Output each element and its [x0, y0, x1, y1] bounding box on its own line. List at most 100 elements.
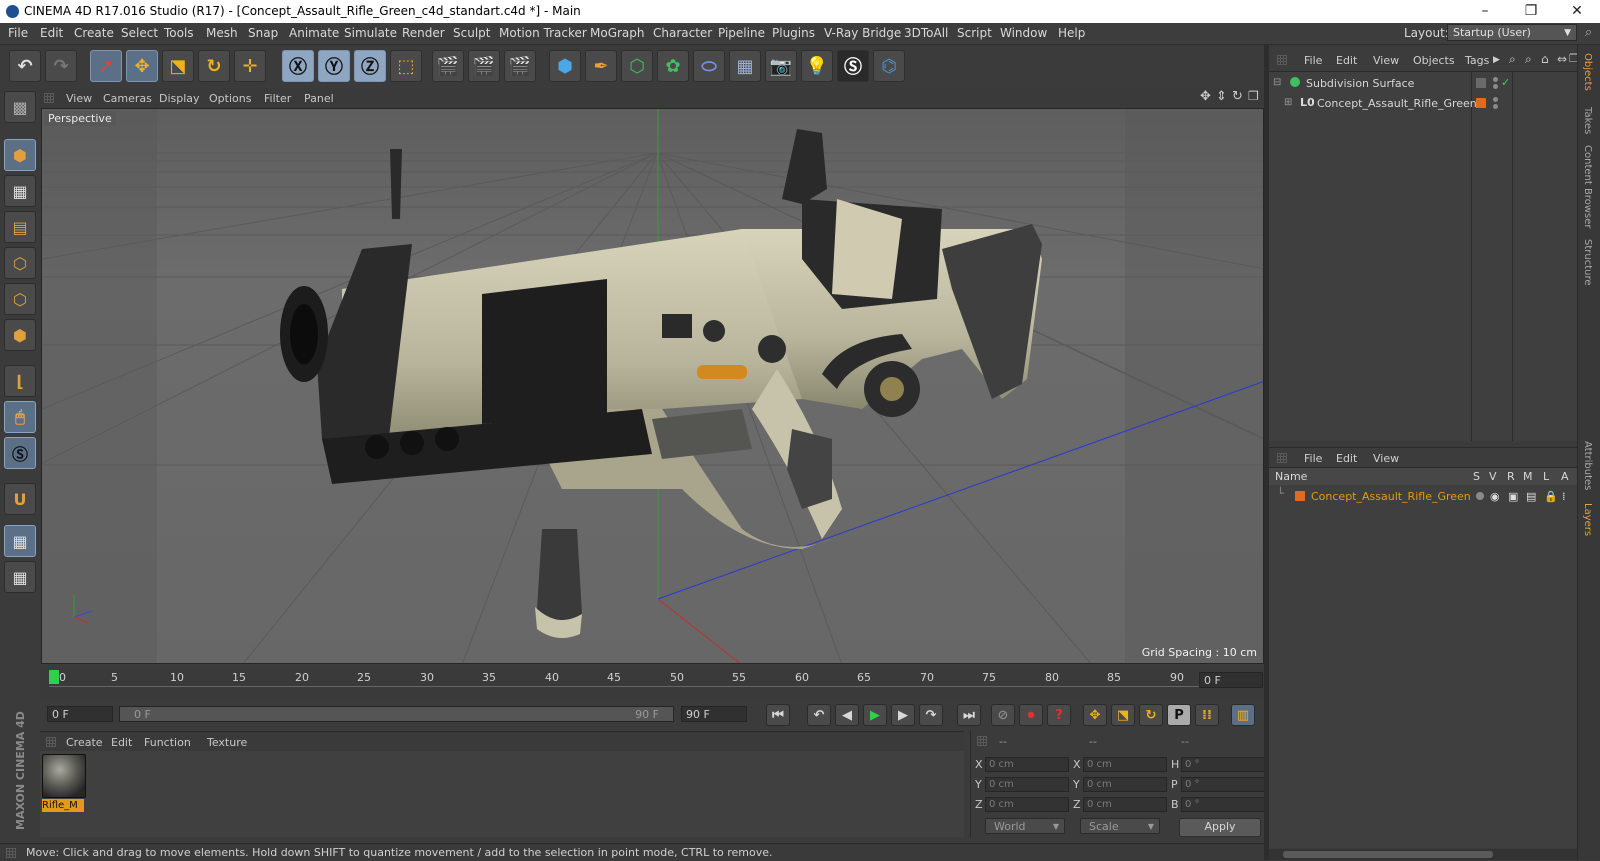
- position-y-field[interactable]: 0 cm: [985, 777, 1069, 792]
- go-to-end-icon[interactable]: ⏭: [957, 704, 981, 726]
- current-frame-field[interactable]: 0 F: [1199, 672, 1263, 688]
- make-editable-icon[interactable]: ▩: [4, 91, 36, 123]
- render-settings-icon[interactable]: 🎬: [504, 50, 536, 82]
- position-x-field[interactable]: 0 cm: [985, 757, 1069, 772]
- pen-spline-icon[interactable]: ✒: [585, 50, 617, 82]
- previous-frame-icon[interactable]: ◀: [835, 704, 859, 726]
- menu-3dtoall[interactable]: 3DToAll: [904, 26, 948, 40]
- scale-tool-icon[interactable]: ⬔: [162, 50, 194, 82]
- size-y-field[interactable]: 0 cm: [1083, 777, 1167, 792]
- column-render[interactable]: R: [1507, 470, 1515, 483]
- object-menu-objects[interactable]: Objects: [1413, 54, 1455, 67]
- previous-key-icon[interactable]: ↶: [807, 704, 831, 726]
- viewport-menu-display[interactable]: Display: [159, 92, 200, 105]
- panel-handle-icon[interactable]: [46, 737, 56, 747]
- position-z-field[interactable]: 0 cm: [985, 797, 1069, 812]
- render-to-picture-viewer-icon[interactable]: 🎬: [468, 50, 500, 82]
- key-position-icon[interactable]: ✥: [1083, 704, 1107, 726]
- menu-motion-tracker[interactable]: Motion Tracker: [499, 26, 587, 40]
- key-point-level-icon[interactable]: ⁞⁞: [1195, 704, 1219, 726]
- axis-mode-icon[interactable]: ⌊: [4, 365, 36, 397]
- size-x-field[interactable]: 0 cm: [1083, 757, 1167, 772]
- manager-visibility-icon[interactable]: ▤: [1526, 490, 1536, 503]
- panel-handle-icon[interactable]: [1277, 55, 1287, 65]
- viewport-rotate-icon[interactable]: ↻: [1232, 89, 1243, 104]
- select-arrow-icon[interactable]: ➚: [90, 50, 122, 82]
- object-menu-view[interactable]: View: [1373, 54, 1399, 67]
- magnet-icon[interactable]: U: [4, 483, 36, 515]
- key-parameter-icon[interactable]: P: [1167, 704, 1191, 726]
- panel-handle-icon[interactable]: [6, 848, 16, 858]
- locked-workplane-icon[interactable]: ▦: [4, 525, 36, 557]
- lock-icon[interactable]: 🔒: [1544, 490, 1558, 503]
- scrollbar-thumb[interactable]: [1283, 851, 1493, 858]
- rotation-p-field[interactable]: 0 °: [1181, 777, 1265, 792]
- playhead-marker[interactable]: [49, 670, 59, 684]
- tweak-mode-icon[interactable]: 🖱: [4, 401, 36, 433]
- polygons-mode-icon[interactable]: ⬢: [4, 319, 36, 351]
- menu-tools[interactable]: Tools: [164, 26, 194, 40]
- layer-menu-edit[interactable]: Edit: [1336, 452, 1357, 465]
- python-icon[interactable]: ⌬: [873, 50, 905, 82]
- menu-select[interactable]: Select: [121, 26, 158, 40]
- viewport-menu-cameras[interactable]: Cameras: [103, 92, 152, 105]
- record-keys-icon[interactable]: ⊘: [991, 704, 1015, 726]
- object-row[interactable]: ⊞ L0 Concept_Assault_Rifle_Green: [1269, 94, 1577, 114]
- column-animation[interactable]: A: [1561, 470, 1569, 483]
- visibility-eye-icon[interactable]: ◉: [1490, 490, 1500, 503]
- undo-icon[interactable]: ↶: [9, 50, 41, 82]
- menu-file[interactable]: File: [8, 26, 28, 40]
- render-view-icon[interactable]: 🎬: [432, 50, 464, 82]
- solo-toggle-icon[interactable]: [1476, 492, 1484, 500]
- apply-button[interactable]: Apply: [1179, 818, 1261, 837]
- rotation-h-field[interactable]: 0 °: [1181, 757, 1265, 772]
- go-to-start-icon[interactable]: ⏮: [766, 704, 790, 726]
- y-axis-lock-icon[interactable]: Ⓨ: [318, 50, 350, 82]
- panel-handle-icon[interactable]: [1277, 453, 1287, 463]
- redo-icon[interactable]: ↷: [45, 50, 77, 82]
- link-icon[interactable]: ⇔: [1557, 52, 1567, 66]
- search-icon[interactable]: ⌕: [1509, 52, 1516, 67]
- material-name[interactable]: Rifle_M: [42, 799, 84, 812]
- menu-plugins[interactable]: Plugins: [772, 26, 815, 40]
- deformer-icon[interactable]: ⬭: [693, 50, 725, 82]
- timeline[interactable]: 0 5 10 15 20 25 30 35 40 45 50 55 60 65 …: [41, 668, 1265, 700]
- key-scale-icon[interactable]: ⬔: [1111, 704, 1135, 726]
- object-menu-edit[interactable]: Edit: [1336, 54, 1357, 67]
- z-axis-lock-icon[interactable]: Ⓩ: [354, 50, 386, 82]
- perspective-viewport[interactable]: Perspective Grid Spacing : 10 cm: [41, 108, 1264, 664]
- move-tool-icon[interactable]: ✥: [126, 50, 158, 82]
- panel-handle-icon[interactable]: [977, 736, 987, 746]
- object-menu-tags[interactable]: Tags: [1465, 54, 1489, 67]
- coordinate-system-icon[interactable]: ⬚: [390, 50, 422, 82]
- viewport-menu-filter[interactable]: Filter: [264, 92, 291, 105]
- menu-snap[interactable]: Snap: [248, 26, 278, 40]
- texture-mode-icon[interactable]: ▦: [4, 175, 36, 207]
- material-menu-function[interactable]: Function: [144, 736, 191, 749]
- viewport-camera-label[interactable]: Perspective: [44, 111, 116, 126]
- play-forward-icon[interactable]: ▶: [863, 704, 887, 726]
- transform-tool-icon[interactable]: ✛: [234, 50, 266, 82]
- column-manager[interactable]: M: [1523, 470, 1533, 483]
- render-visibility-dot[interactable]: [1493, 84, 1498, 89]
- tab-attributes[interactable]: Attributes: [1582, 441, 1593, 490]
- planar-workplane-icon[interactable]: ▦: [4, 561, 36, 593]
- home-icon[interactable]: ⌂: [1541, 52, 1549, 66]
- workplane-mode-icon[interactable]: ▤: [4, 211, 36, 243]
- points-mode-icon[interactable]: ⬡: [4, 247, 36, 279]
- layer-color-swatch[interactable]: [1295, 491, 1305, 501]
- subdivision-surface-icon[interactable]: ⬡: [621, 50, 653, 82]
- rotate-tool-icon[interactable]: ↻: [198, 50, 230, 82]
- viewport-menu-options[interactable]: Options: [209, 92, 251, 105]
- menu-pipeline[interactable]: Pipeline: [718, 26, 765, 40]
- material-menu-edit[interactable]: Edit: [111, 736, 132, 749]
- x-axis-lock-icon[interactable]: Ⓧ: [282, 50, 314, 82]
- filter-icon[interactable]: ⌕: [1525, 52, 1532, 67]
- menu-window[interactable]: Window: [1000, 26, 1047, 40]
- expand-icon[interactable]: ⊞: [1284, 97, 1292, 108]
- collapse-icon[interactable]: ⊟: [1273, 77, 1281, 88]
- mograph-cloner-icon[interactable]: ✿: [657, 50, 689, 82]
- menu-render[interactable]: Render: [402, 26, 445, 40]
- animation-icon[interactable]: ⁞: [1562, 490, 1566, 503]
- layer-color-swatch[interactable]: [1476, 98, 1486, 108]
